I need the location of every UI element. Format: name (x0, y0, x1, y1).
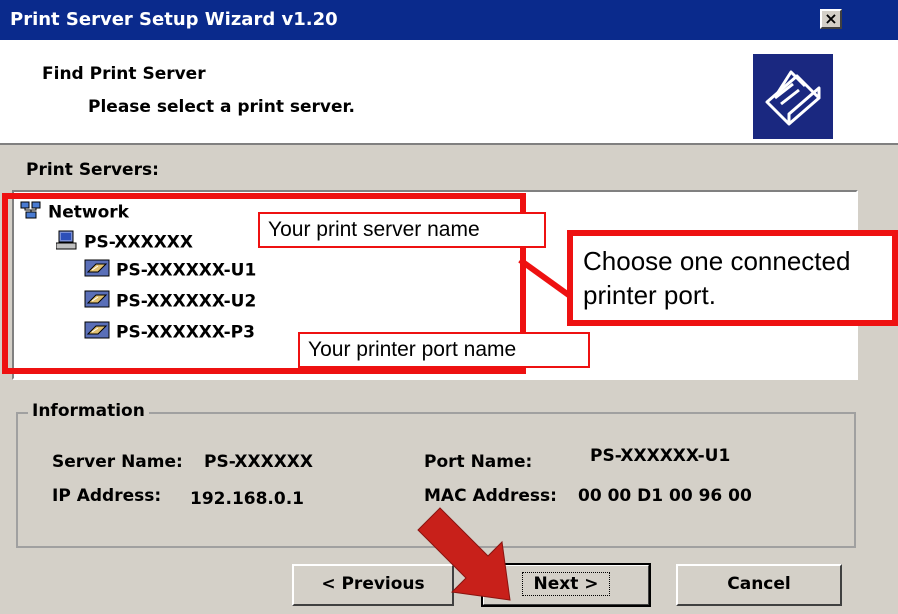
wizard-window: Print Server Setup Wizard v1.20 × Find P… (0, 0, 898, 614)
red-arrow-icon (417, 507, 511, 601)
